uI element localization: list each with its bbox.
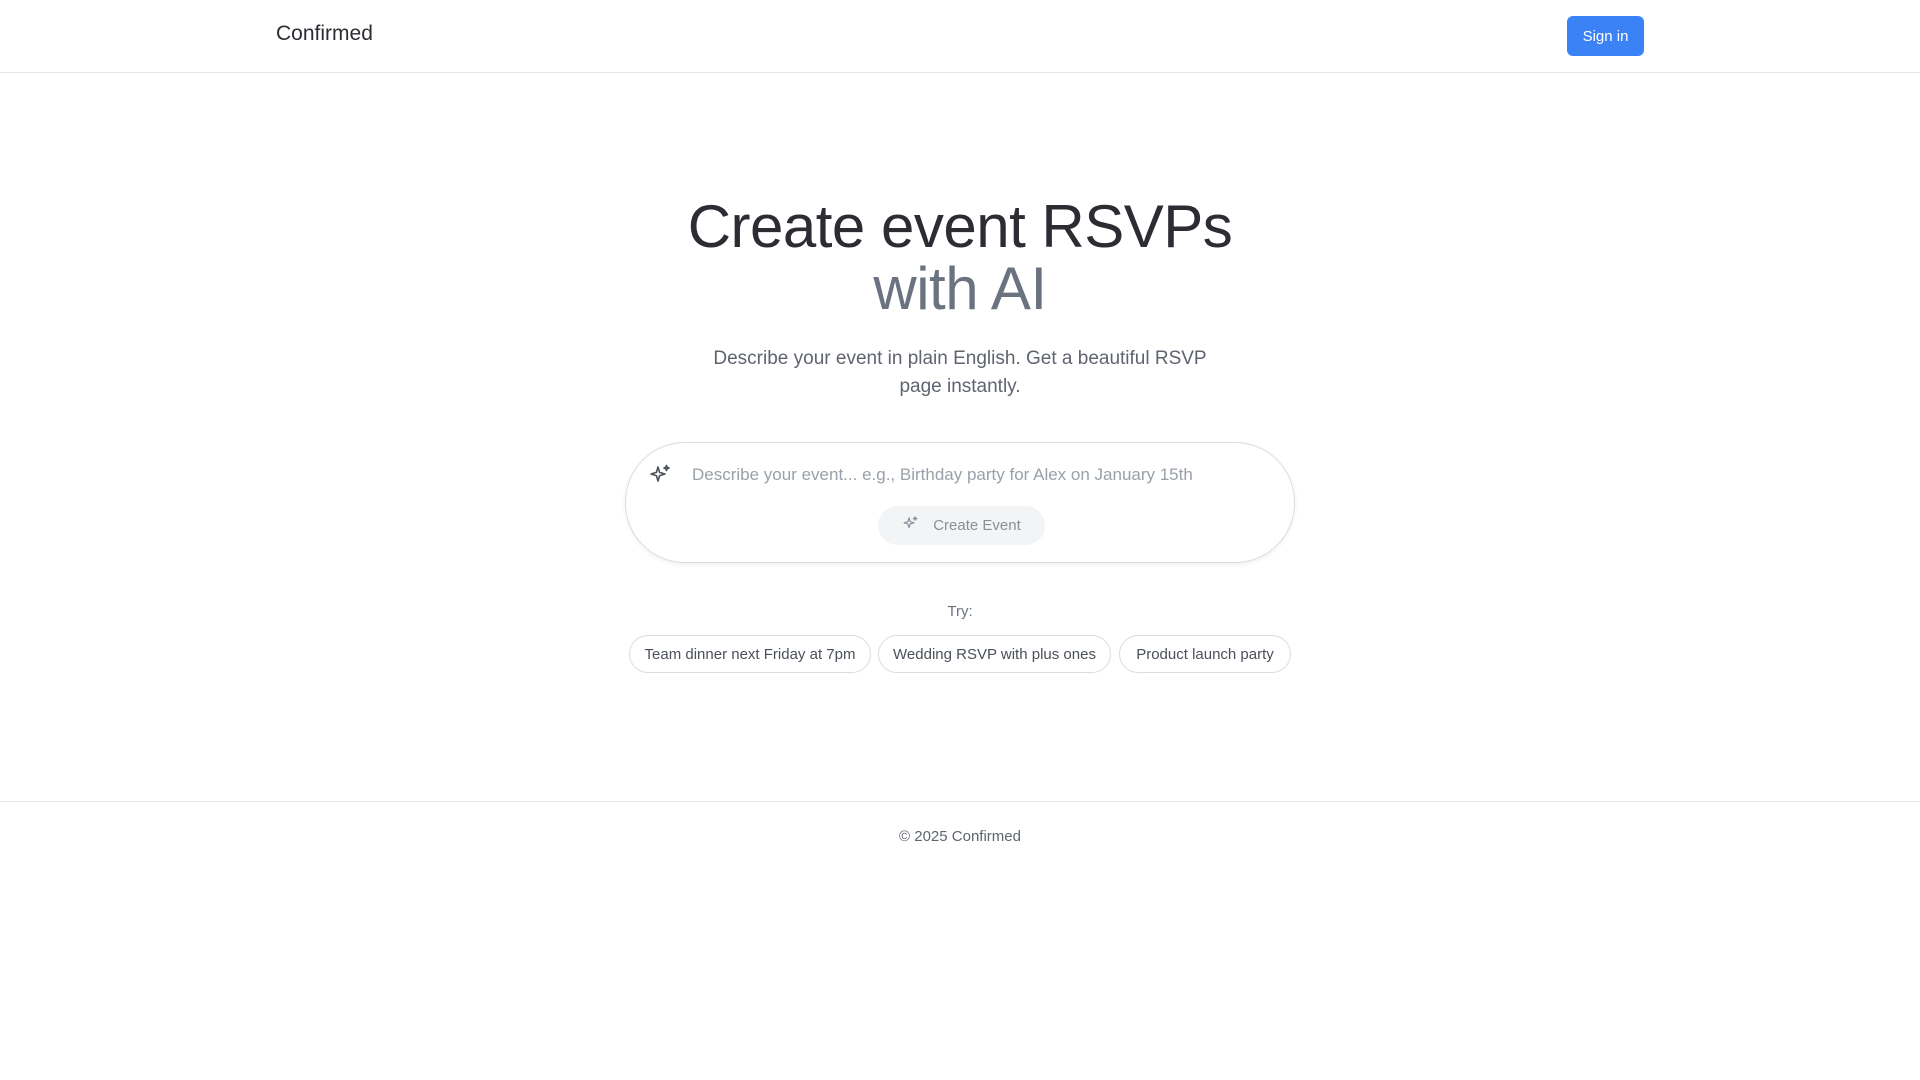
- suggestions-label: Try:: [947, 603, 973, 620]
- event-description-input[interactable]: [692, 458, 1252, 492]
- top-nav-bar: Confirmed Sign in: [0, 0, 1920, 73]
- hero-title-line-1: Create event RSVPs: [687, 193, 1233, 260]
- create-event-button[interactable]: Create Event: [878, 506, 1045, 545]
- sign-in-button[interactable]: Sign in: [1567, 16, 1644, 56]
- hero-title: Create event RSVPs with AI: [0, 196, 1920, 320]
- suggestion-chip-wedding-rsvp[interactable]: Wedding RSVP with plus ones: [878, 635, 1111, 673]
- sparkles-icon: [902, 515, 919, 536]
- suggestion-chip-product-launch[interactable]: Product launch party: [1119, 635, 1291, 673]
- sparkles-icon: [648, 463, 672, 487]
- hero-subtitle: Describe your event in plain English. Ge…: [713, 348, 1207, 397]
- create-event-label: Create Event: [933, 517, 1021, 534]
- event-prompt-box: Create Event: [625, 442, 1295, 563]
- hero-title-line-2: with AI: [873, 255, 1047, 322]
- footer-copyright: © 2025 Confirmed: [899, 828, 1021, 845]
- suggestion-chip-team-dinner[interactable]: Team dinner next Friday at 7pm: [629, 635, 871, 673]
- brand-logo-text[interactable]: Confirmed: [276, 22, 373, 46]
- footer: © 2025 Confirmed: [0, 801, 1920, 871]
